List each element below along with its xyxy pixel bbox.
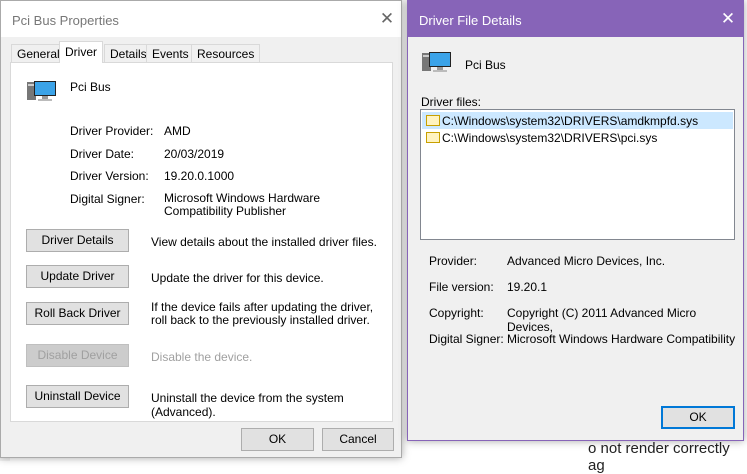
update-driver-button[interactable]: Update Driver — [26, 265, 129, 288]
provider-value: Advanced Micro Devices, Inc. — [507, 254, 666, 268]
system-file-icon — [426, 115, 440, 126]
driver-details-button[interactable]: Driver Details — [26, 229, 129, 252]
uninstall-device-button[interactable]: Uninstall Device — [26, 385, 129, 408]
system-file-icon — [426, 132, 440, 143]
ok-button[interactable]: OK — [241, 428, 314, 451]
digital-signer-value: Microsoft Windows Hardware Compatibility — [507, 332, 736, 346]
file-path: C:\Windows\system32\DRIVERS\amdkmpfd.sys — [442, 114, 699, 128]
file-path: C:\Windows\system32\DRIVERS\pci.sys — [442, 131, 658, 145]
provider-label: Provider: — [429, 254, 478, 268]
tab-events[interactable]: Events — [146, 44, 195, 62]
background-text: o not render correctly ag — [588, 440, 730, 474]
copyright-value: Copyright (C) 2011 Advanced Micro Device… — [507, 306, 697, 334]
digital-signer-label: Digital Signer: — [429, 332, 504, 346]
computer-device-icon — [27, 81, 56, 101]
driver-date-label: Driver Date: — [70, 147, 135, 161]
driver-details-desc: View details about the installed driver … — [151, 235, 377, 249]
driver-version-label: Driver Version: — [70, 169, 149, 183]
update-driver-desc: Update the driver for this device. — [151, 271, 324, 285]
driver-date-value: 20/03/2019 — [164, 147, 225, 161]
device-name: Pci Bus — [70, 80, 111, 94]
driver-provider-label: Driver Provider: — [70, 124, 154, 138]
file-version-label: File version: — [429, 280, 494, 294]
copyright-label: Copyright: — [429, 306, 484, 320]
computer-device-icon — [422, 52, 451, 72]
driver-version-value: 19.20.0.1000 — [164, 169, 235, 183]
device-name: Pci Bus — [465, 58, 506, 72]
digital-signer-label: Digital Signer: — [70, 192, 145, 206]
dialog-title: Pci Bus Properties — [1, 1, 401, 37]
roll-back-driver-desc: If the device fails after updating the d… — [151, 300, 374, 327]
driver-provider-value: AMD — [164, 124, 191, 138]
ok-button[interactable]: OK — [661, 406, 735, 429]
disable-device-desc: Disable the device. — [151, 350, 253, 364]
uninstall-device-desc: Uninstall the device from the system (Ad… — [151, 391, 344, 419]
driver-file-details-dialog: Driver File Details ✕ Pci Bus Driver fil… — [407, 0, 744, 441]
driver-files-list[interactable]: C:\Windows\system32\DRIVERS\amdkmpfd.sys… — [420, 109, 735, 240]
tab-general[interactable]: General — [11, 44, 66, 62]
dialog-title: Driver File Details — [408, 1, 743, 37]
file-list-item[interactable]: C:\Windows\system32\DRIVERS\pci.sys — [422, 129, 733, 146]
disable-device-button[interactable]: Disable Device — [26, 344, 129, 367]
close-icon[interactable]: ✕ — [377, 9, 397, 29]
file-list-item-selected[interactable]: C:\Windows\system32\DRIVERS\amdkmpfd.sys — [422, 112, 733, 129]
tab-resources[interactable]: Resources — [191, 44, 261, 62]
file-version-value: 19.20.1 — [507, 280, 548, 294]
driver-files-label: Driver files: — [421, 95, 482, 109]
cancel-button[interactable]: Cancel — [322, 428, 394, 451]
driver-tab-panel: Pci Bus Driver Provider: AMD Driver Date… — [10, 62, 393, 422]
pci-bus-properties-dialog: Pci Bus Properties ✕ General Driver Deta… — [0, 0, 402, 458]
digital-signer-value: Microsoft Windows Hardware Compatibility… — [164, 191, 321, 218]
close-icon[interactable]: ✕ — [718, 9, 738, 29]
tab-driver[interactable]: Driver — [59, 41, 103, 63]
roll-back-driver-button[interactable]: Roll Back Driver — [26, 302, 129, 325]
